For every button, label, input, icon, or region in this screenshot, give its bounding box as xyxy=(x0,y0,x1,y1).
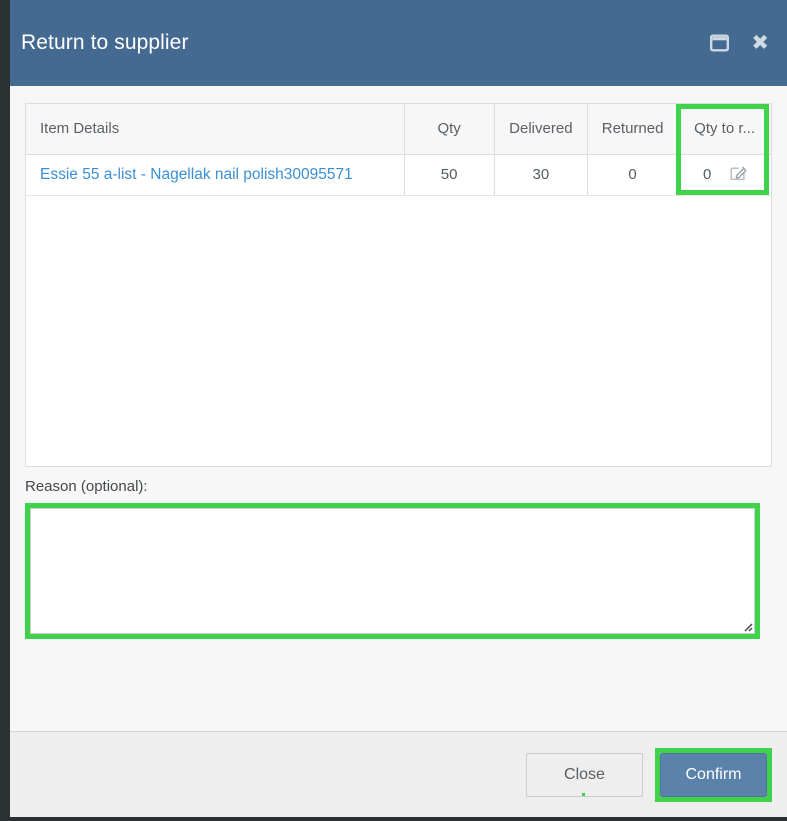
modal-title: Return to supplier xyxy=(21,31,189,54)
maximize-icon[interactable] xyxy=(710,34,730,52)
highlight-speck xyxy=(582,793,585,796)
cell-qty: 50 xyxy=(404,154,495,196)
modal-title-bar: Return to supplier ✖ xyxy=(10,0,787,86)
reason-input[interactable] xyxy=(30,508,755,634)
table-row: Essie 55 a-list - Nagellak nail polish30… xyxy=(26,154,771,196)
items-table: Item Details Qty Delivered Returned Qty … xyxy=(26,104,771,196)
cell-delivered: 30 xyxy=(494,154,588,196)
return-to-supplier-modal: Return to supplier ✖ Item Details Qty De… xyxy=(10,0,787,817)
modal-footer: Close Confirm xyxy=(10,731,787,817)
close-glyph: ✖ xyxy=(751,30,769,55)
cell-returned: 0 xyxy=(587,154,679,196)
confirm-button[interactable]: Confirm xyxy=(660,752,767,797)
cell-item-details: Essie 55 a-list - Nagellak nail polish30… xyxy=(26,154,405,196)
items-table-container: Item Details Qty Delivered Returned Qty … xyxy=(25,103,772,467)
column-header-qty-to-return[interactable]: Qty to r... xyxy=(677,104,771,155)
qty-to-return-value: 0 xyxy=(702,166,712,183)
column-header-item-details[interactable]: Item Details xyxy=(26,104,405,155)
close-icon[interactable]: ✖ xyxy=(751,30,769,55)
page-bottom-strip xyxy=(0,817,787,821)
close-button[interactable]: Close xyxy=(526,752,643,797)
column-header-returned[interactable]: Returned xyxy=(587,104,679,155)
item-details-link[interactable]: Essie 55 a-list - Nagellak nail polish30… xyxy=(40,166,353,183)
column-header-delivered[interactable]: Delivered xyxy=(494,104,588,155)
column-header-qty[interactable]: Qty xyxy=(404,104,495,155)
window-controls: ✖ xyxy=(710,30,769,55)
table-header-row: Item Details Qty Delivered Returned Qty … xyxy=(26,104,771,155)
edit-pencil-icon[interactable] xyxy=(730,164,747,185)
reason-highlight xyxy=(25,503,760,639)
modal-body: Item Details Qty Delivered Returned Qty … xyxy=(10,86,787,796)
confirm-button-highlight: Confirm xyxy=(655,747,772,802)
cell-qty-to-return[interactable]: 0 xyxy=(677,154,771,196)
reason-label: Reason (optional): xyxy=(25,478,148,495)
